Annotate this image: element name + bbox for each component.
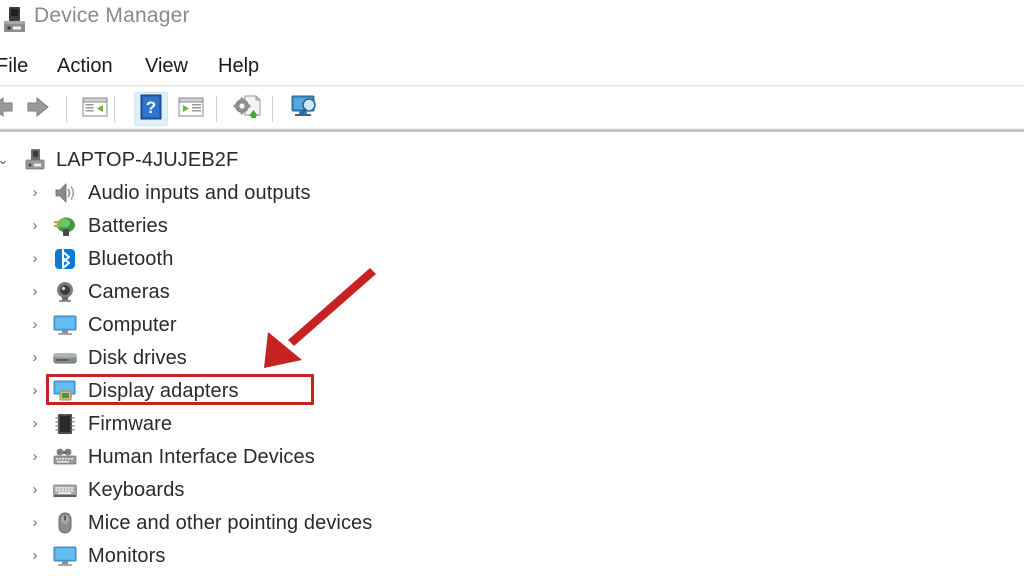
chevron-right-icon[interactable]: › <box>28 408 42 440</box>
device-manager-window: Device Manager File Action View Help ? ⌄… <box>0 0 1024 576</box>
svg-text:?: ? <box>146 98 156 117</box>
chevron-right-icon[interactable]: › <box>28 177 42 209</box>
menu-help[interactable]: Help <box>216 53 261 80</box>
show-hide-console-tree-button[interactable] <box>78 92 112 126</box>
monitor-search-icon <box>290 94 320 125</box>
tree-item-audio-inputs-and-outputs[interactable]: › Audio inputs and outputs <box>0 177 1024 209</box>
mouse-icon <box>52 510 78 536</box>
chevron-right-icon[interactable]: › <box>28 342 42 374</box>
tree-item-label: Bluetooth <box>88 248 174 270</box>
window-title: Device Manager <box>34 4 190 27</box>
chevron-right-icon[interactable]: › <box>28 210 42 242</box>
chevron-right-icon[interactable]: › <box>28 375 42 407</box>
tree-item-mice-and-other-pointing-devices[interactable]: › Mice and other pointing devices <box>0 507 1024 539</box>
toolbar-separator-bottom <box>0 128 1024 132</box>
right-arrow-icon <box>25 95 53 124</box>
tree-item-bluetooth[interactable]: › Bluetooth <box>0 243 1024 275</box>
bottom-clip <box>0 568 1024 576</box>
menu-file[interactable]: File <box>0 53 30 80</box>
monitor-icon <box>52 312 78 338</box>
display-adapter-icon <box>52 378 78 404</box>
tree-item-batteries[interactable]: › Batteries <box>0 210 1024 242</box>
chevron-right-icon[interactable]: › <box>28 243 42 275</box>
firmware-chip-icon <box>52 411 78 437</box>
tree-item-human-interface-devices[interactable]: › Human Interface Devices <box>0 441 1024 473</box>
battery-plug-icon <box>52 213 78 239</box>
tree-item-label: Keyboards <box>88 479 185 501</box>
bluetooth-icon <box>52 246 78 272</box>
tree-item-root[interactable]: ⌄ LAPTOP-4JUJEB2F <box>0 144 1024 176</box>
chevron-right-icon[interactable]: › <box>28 276 42 308</box>
camera-icon <box>52 279 78 305</box>
tree-item-computer[interactable]: › Computer <box>0 309 1024 341</box>
keyboard-icon <box>52 477 78 503</box>
question-mark-icon: ? <box>140 94 162 125</box>
tree-item-label: Audio inputs and outputs <box>88 182 311 204</box>
device-tree[interactable]: ⌄ LAPTOP-4JUJEB2F › Audio inputs and out… <box>0 136 1024 576</box>
toolbar: ? <box>0 88 1024 130</box>
monitor-icon <box>52 543 78 569</box>
left-arrow-icon <box>0 95 15 124</box>
tree-item-label: Disk drives <box>88 347 187 369</box>
forward-button[interactable] <box>22 92 56 126</box>
toolbar-separator-4 <box>272 96 273 122</box>
properties-button[interactable] <box>174 92 208 126</box>
console-tree-icon <box>81 95 109 124</box>
tree-item-label: Human Interface Devices <box>88 446 315 468</box>
chevron-right-icon[interactable]: › <box>28 474 42 506</box>
tree-item-label: Mice and other pointing devices <box>88 512 373 534</box>
title-bar: Device Manager <box>0 0 1024 44</box>
tree-item-root-label: LAPTOP-4JUJEB2F <box>56 149 239 171</box>
chevron-right-icon[interactable]: › <box>28 309 42 341</box>
computer-device-icon <box>22 147 48 173</box>
properties-window-icon <box>177 95 205 124</box>
toolbar-separator-3 <box>216 96 217 122</box>
help-button[interactable]: ? <box>134 92 168 126</box>
scan-hardware-changes-button[interactable] <box>288 92 322 126</box>
tree-item-label: Batteries <box>88 215 168 237</box>
update-driver-button[interactable] <box>230 92 264 126</box>
chevron-right-icon[interactable]: › <box>28 441 42 473</box>
tree-item-disk-drives[interactable]: › Disk drives <box>0 342 1024 374</box>
back-button[interactable] <box>0 92 18 126</box>
menu-bar: File Action View Help <box>0 44 1024 86</box>
tree-item-cameras[interactable]: › Cameras <box>0 276 1024 308</box>
tree-item-label: Firmware <box>88 413 173 435</box>
gear-upload-icon <box>232 94 262 125</box>
disk-drive-icon <box>52 345 78 371</box>
tree-item-label: Cameras <box>88 281 170 303</box>
hid-icon <box>52 444 78 470</box>
menu-action[interactable]: Action <box>55 53 115 80</box>
chevron-right-icon[interactable]: › <box>28 507 42 539</box>
tree-item-label: Computer <box>88 314 177 336</box>
menu-view[interactable]: View <box>143 53 190 80</box>
speaker-icon <box>52 180 78 206</box>
toolbar-separator-2 <box>114 96 115 122</box>
toolbar-separator-1 <box>66 96 67 122</box>
tree-item-display-adapters[interactable]: › Display adapters <box>0 375 1024 407</box>
tree-item-firmware[interactable]: › Firmware <box>0 408 1024 440</box>
device-manager-icon <box>2 6 28 34</box>
chevron-down-icon[interactable]: ⌄ <box>0 144 10 176</box>
tree-item-label: Display adapters <box>88 380 239 402</box>
tree-item-keyboards[interactable]: › Keyboards <box>0 474 1024 506</box>
